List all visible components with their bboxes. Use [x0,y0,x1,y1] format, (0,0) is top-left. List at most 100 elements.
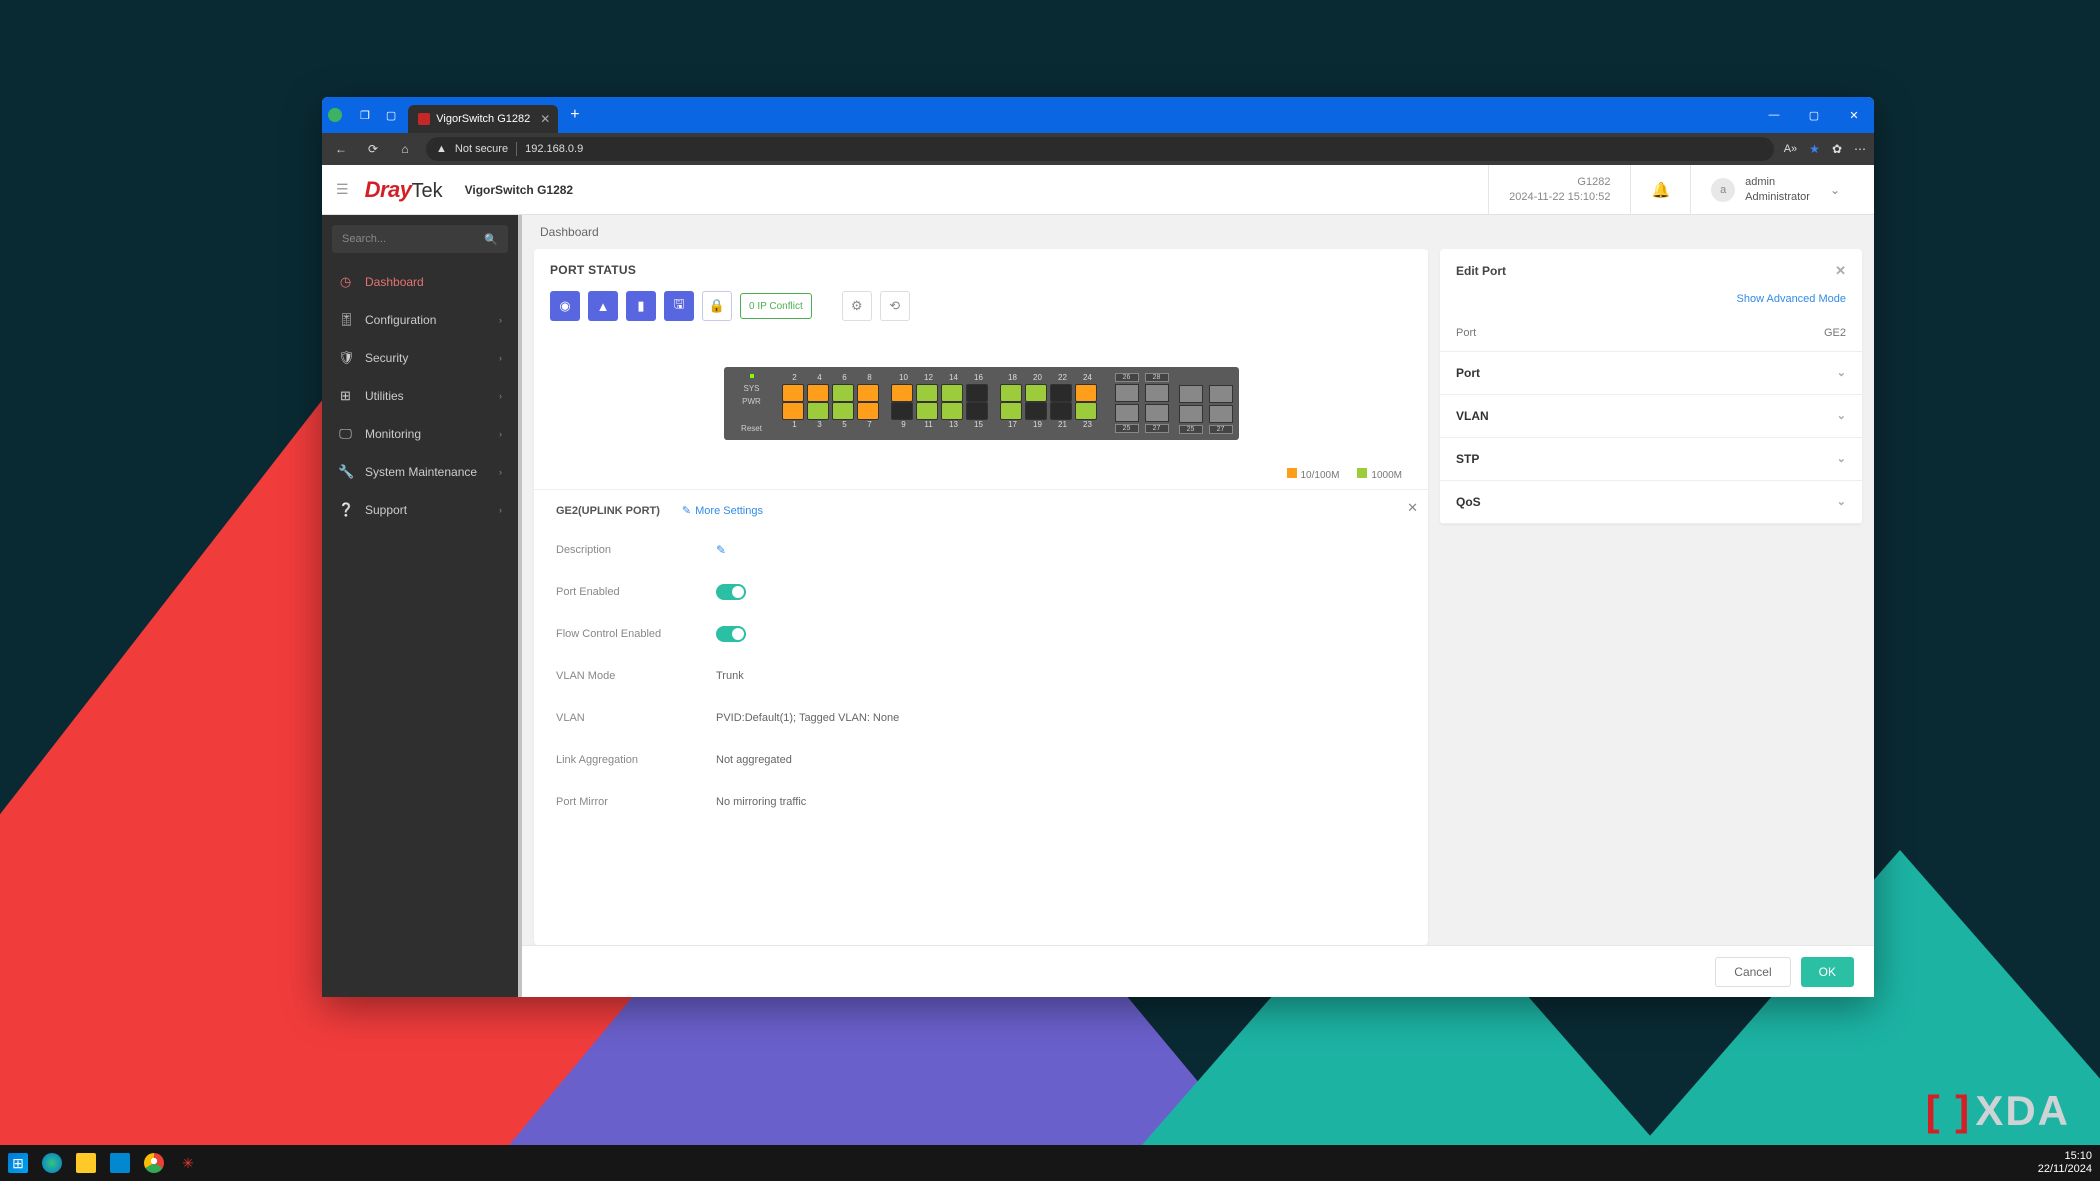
switch-port[interactable] [916,384,938,402]
nav-back-button[interactable]: ← [330,142,352,156]
toggle-switch[interactable] [716,584,746,600]
ok-button[interactable]: OK [1801,957,1854,987]
switch-port[interactable] [891,402,913,420]
switch-port[interactable] [1025,384,1047,402]
close-icon[interactable]: ✕ [1407,500,1418,516]
system-tray[interactable]: 15:10 22/11/2024 [2038,1150,2092,1176]
switch-port[interactable] [1075,402,1097,420]
switch-port[interactable] [916,402,938,420]
switch-port[interactable] [966,384,988,402]
accordion-section[interactable]: STP⌄ [1440,438,1862,481]
show-advanced-link[interactable]: Show Advanced Mode [1440,293,1862,315]
taskbar-edge-icon[interactable] [42,1153,62,1173]
switch-port[interactable] [782,402,804,420]
breadcrumb: Dashboard [522,215,1874,249]
sfp-port[interactable] [1179,405,1203,423]
extensions-icon[interactable]: ✿ [1832,142,1842,156]
switch-port[interactable] [1075,384,1097,402]
nav-refresh-button[interactable]: ⟳ [362,142,384,156]
switch-port[interactable] [1050,402,1072,420]
taskbar-chrome-icon[interactable] [144,1153,164,1173]
sidebar-item-configuration[interactable]: 🎚 Configuration › [322,301,518,339]
switch-port[interactable] [832,384,854,402]
traffic-light-icon[interactable] [328,108,342,122]
switch-port[interactable] [857,384,879,402]
bell-icon[interactable]: 🔔 [1651,181,1670,199]
search-input[interactable]: Search... 🔍 [332,225,508,253]
nav-home-button[interactable]: ⌂ [394,142,416,156]
switch-port[interactable] [966,402,988,420]
user-menu[interactable]: a admin Administrator ⌄ [1690,165,1860,215]
cancel-button[interactable]: Cancel [1715,957,1790,987]
sidebar-toggle-button[interactable]: ☰ [336,181,349,198]
switch-port[interactable] [782,384,804,402]
switch-port[interactable] [1000,384,1022,402]
taskbar-files-icon[interactable] [76,1153,96,1173]
detail-label: Flow Control Enabled [556,628,716,640]
taskbar-app-icon[interactable]: ✳ [178,1153,198,1173]
window-close-button[interactable]: ✕ [1834,97,1874,133]
switch-port[interactable] [1050,384,1072,402]
url-field[interactable]: ▲ Not secure 192.168.0.9 [426,137,1774,161]
window-minimize-button[interactable]: — [1754,97,1794,133]
chevron-right-icon: › [499,429,502,439]
new-tab-button[interactable]: + [570,106,579,124]
switch-port[interactable] [941,384,963,402]
pencil-icon[interactable]: ✎ [716,543,726,557]
sidebar-item-system-maintenance[interactable]: 🔧 System Maintenance › [322,453,518,491]
menu-icon[interactable]: ⋯ [1854,142,1866,156]
close-icon[interactable]: ✕ [1835,263,1846,279]
sidebar-item-security[interactable]: 🛡 Security › [322,339,518,377]
toolbar-alert-button[interactable]: ▲ [588,291,618,321]
favorite-icon[interactable]: ★ [1809,142,1820,156]
more-settings-link[interactable]: ✎ More Settings [682,504,763,517]
toolbar-device-button[interactable]: ▮ [626,291,656,321]
toggle-switch[interactable] [716,626,746,642]
sfp-port[interactable] [1115,404,1139,422]
sidebar-item-monitoring[interactable]: 🖵 Monitoring › [322,415,518,453]
dashboard-icon: ◷ [338,274,353,290]
switch-port[interactable] [1025,402,1047,420]
taskbar-notes-icon[interactable] [110,1153,130,1173]
tab-close-icon[interactable]: ✕ [540,112,550,126]
switch-port[interactable] [1000,402,1022,420]
sfp-port[interactable] [1115,384,1139,402]
shield-icon: 🛡 [338,350,353,366]
sfp-port[interactable] [1145,404,1169,422]
tab-favicon [418,113,430,125]
window-maximize-button[interactable]: ▢ [1794,97,1834,133]
toolbar-refresh-button[interactable]: ⟲ [880,291,910,321]
tab-split-icon[interactable]: ▢ [386,109,396,122]
sfp-port[interactable] [1209,385,1233,403]
tab-overview-icon[interactable]: ❐ [360,109,370,122]
switch-port[interactable] [857,402,879,420]
toolbar-record-button[interactable]: ◉ [550,291,580,321]
detail-label: Port Enabled [556,586,716,598]
chevron-down-icon: ⌄ [1837,409,1846,423]
chevron-right-icon: › [499,391,502,401]
toolbar-gear-button[interactable]: ⚙ [842,291,872,321]
sidebar-item-support[interactable]: ❔ Support › [322,491,518,529]
sfp-port[interactable] [1179,385,1203,403]
sfp-port[interactable] [1209,405,1233,423]
start-button[interactable]: ⊞ [8,1153,28,1173]
switch-port[interactable] [807,384,829,402]
toolbar-save-button[interactable]: 🖫 [664,291,694,321]
switch-port[interactable] [941,402,963,420]
switch-port[interactable] [891,384,913,402]
switch-port[interactable] [832,402,854,420]
browser-tab[interactable]: VigorSwitch G1282 ✕ [408,105,558,133]
wrench-icon: 🔧 [338,464,353,480]
toolbar-lock-button[interactable]: 🔒 [702,291,732,321]
switch-port[interactable] [807,402,829,420]
sidebar-item-utilities[interactable]: ⊞ Utilities › [322,377,518,415]
device-info: G1282 2024-11-22 15:10:52 [1509,175,1610,204]
ip-conflict-badge[interactable]: 0 IP Conflict [740,293,812,319]
sfp-port[interactable] [1145,384,1169,402]
accordion-section[interactable]: VLAN⌄ [1440,395,1862,438]
sidebar-item-dashboard[interactable]: ◷ Dashboard [322,263,518,301]
read-aloud-icon[interactable]: A» [1784,143,1797,155]
detail-label: VLAN Mode [556,670,716,682]
accordion-section[interactable]: QoS⌄ [1440,481,1862,524]
accordion-section[interactable]: Port⌄ [1440,352,1862,395]
